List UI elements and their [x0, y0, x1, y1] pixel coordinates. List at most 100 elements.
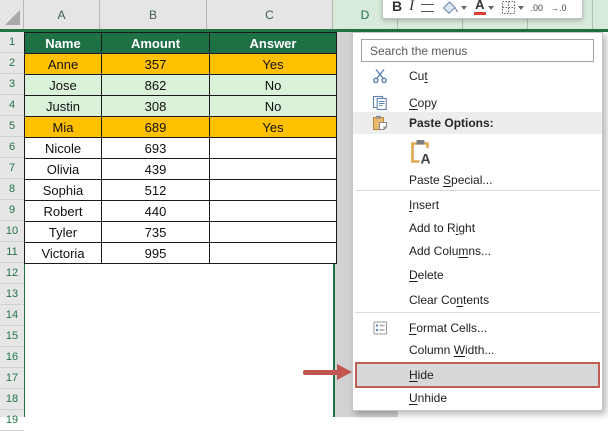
borders-button[interactable] [501, 0, 524, 15]
fill-color-button[interactable] [441, 0, 467, 15]
menu-item-label: Copy [409, 92, 437, 114]
cell[interactable]: Mia [25, 117, 102, 138]
menu-item-label: Paste Options: [409, 112, 494, 134]
cell[interactable]: 862 [102, 75, 210, 96]
font-color-button[interactable]: A [474, 0, 493, 15]
cell[interactable] [210, 159, 337, 180]
cell[interactable] [210, 243, 337, 264]
menu-item-paste-values[interactable]: A [353, 137, 602, 167]
menu-item-add-right[interactable]: Add to Right [353, 217, 602, 239]
cell[interactable]: 439 [102, 159, 210, 180]
menu-item-col-width[interactable]: Column Width... [353, 339, 602, 361]
cell[interactable]: 693 [102, 138, 210, 159]
column-header-b[interactable]: B [100, 0, 207, 29]
cell[interactable]: Tyler [25, 222, 102, 243]
cell[interactable] [210, 138, 337, 159]
cell[interactable]: 689 [102, 117, 210, 138]
cell[interactable] [210, 222, 337, 243]
row-header-8[interactable]: 8 [0, 179, 24, 200]
scissors-icon [367, 68, 393, 84]
cell[interactable]: 995 [102, 243, 210, 264]
row-header-7[interactable]: 7 [0, 158, 24, 179]
table-header-cell[interactable]: Answer [210, 33, 337, 54]
row-header-12[interactable]: 12 [0, 263, 24, 284]
cell[interactable]: 735 [102, 222, 210, 243]
cell[interactable] [210, 180, 337, 201]
row-header-11[interactable]: 11 [0, 242, 24, 263]
cell[interactable]: Justin [25, 96, 102, 117]
row-header-13[interactable]: 13 [0, 284, 24, 305]
context-menu: Cut CopyPaste Options: A Paste Special... In… [352, 32, 603, 411]
select-all-triangle-icon [5, 10, 20, 25]
increase-decimal-button[interactable]: .00 [531, 2, 544, 15]
cell[interactable]: Olivia [25, 159, 102, 180]
row-header-1[interactable]: 1 [0, 32, 24, 53]
cell[interactable]: Jose [25, 75, 102, 96]
italic-button[interactable]: I [409, 0, 414, 15]
cell[interactable] [210, 201, 337, 222]
menu-separator [355, 312, 600, 313]
row-header-5[interactable]: 5 [0, 116, 24, 137]
annotation-arrow-head-icon [337, 364, 352, 380]
cell[interactable]: 440 [102, 201, 210, 222]
increase-decimal-icon: .00 [531, 2, 544, 15]
clipboard-icon [367, 115, 393, 131]
menu-item-label: Format Cells... [409, 317, 487, 339]
row-header-3[interactable]: 3 [0, 74, 24, 95]
underline-button[interactable] [421, 4, 434, 15]
menu-item-label: Add to Right [409, 217, 475, 239]
row-header-16[interactable]: 16 [0, 347, 24, 368]
italic-icon: I [409, 0, 414, 15]
cell[interactable]: Robert [25, 201, 102, 222]
menu-item-label: Unhide [409, 387, 447, 409]
paste-values-icon: A [407, 139, 433, 165]
row-header-17[interactable]: 17 [0, 368, 24, 389]
cell[interactable]: No [210, 75, 337, 96]
menu-item-add-cols[interactable]: Add Columns... [353, 240, 602, 262]
decrease-decimal-icon: →.0 [550, 2, 567, 15]
cell[interactable]: 308 [102, 96, 210, 117]
cell[interactable]: Sophia [25, 180, 102, 201]
menu-item-paste-special[interactable]: Paste Special... [353, 169, 602, 191]
row-header-15[interactable]: 15 [0, 326, 24, 347]
font-color-icon: A [474, 0, 485, 15]
cell[interactable]: No [210, 96, 337, 117]
menu-item-format-cells[interactable]: Format Cells... [353, 317, 602, 339]
cell[interactable]: 512 [102, 180, 210, 201]
menu-item-delete[interactable]: Delete [353, 264, 602, 286]
menu-item-unhide[interactable]: Unhide [353, 387, 602, 409]
table-header-cell[interactable]: Amount [102, 33, 210, 54]
menu-item-paste-options: Paste Options: [353, 112, 602, 134]
menu-item-label: Cut [409, 65, 428, 87]
row-header-19[interactable]: 19 [0, 410, 24, 431]
menu-item-cut[interactable]: Cut [353, 65, 602, 87]
cell[interactable]: Nicole [25, 138, 102, 159]
table-header-cell[interactable]: Name [25, 33, 102, 54]
select-all-button[interactable] [0, 0, 24, 29]
column-header-c[interactable]: C [207, 0, 333, 29]
row-header-9[interactable]: 9 [0, 200, 24, 221]
svg-text:A: A [420, 151, 430, 166]
row-header-10[interactable]: 10 [0, 221, 24, 242]
row-header-4[interactable]: 4 [0, 95, 24, 116]
row-header-2[interactable]: 2 [0, 53, 24, 74]
row-header-14[interactable]: 14 [0, 305, 24, 326]
underline-icon [421, 4, 434, 12]
menu-item-label: Column Width... [409, 339, 494, 361]
column-header-a[interactable]: A [24, 0, 100, 29]
cell[interactable]: 357 [102, 54, 210, 75]
cell[interactable]: Yes [210, 54, 337, 75]
cell[interactable]: Victoria [25, 243, 102, 264]
menu-search-input[interactable] [361, 39, 594, 62]
cell[interactable]: Yes [210, 117, 337, 138]
bold-button[interactable]: B [392, 0, 402, 15]
menu-item-clear[interactable]: Clear Contents [353, 289, 602, 311]
menu-item-label: Add Columns... [409, 240, 491, 262]
row-header-6[interactable]: 6 [0, 137, 24, 158]
cell[interactable]: Anne [25, 54, 102, 75]
menu-item-insert[interactable]: Insert [353, 194, 602, 216]
decrease-decimal-button[interactable]: →.0 [550, 2, 567, 15]
menu-item-copy[interactable]: Copy [353, 92, 602, 114]
row-header-18[interactable]: 18 [0, 389, 24, 410]
menu-item-hide[interactable]: Hide [355, 362, 600, 388]
